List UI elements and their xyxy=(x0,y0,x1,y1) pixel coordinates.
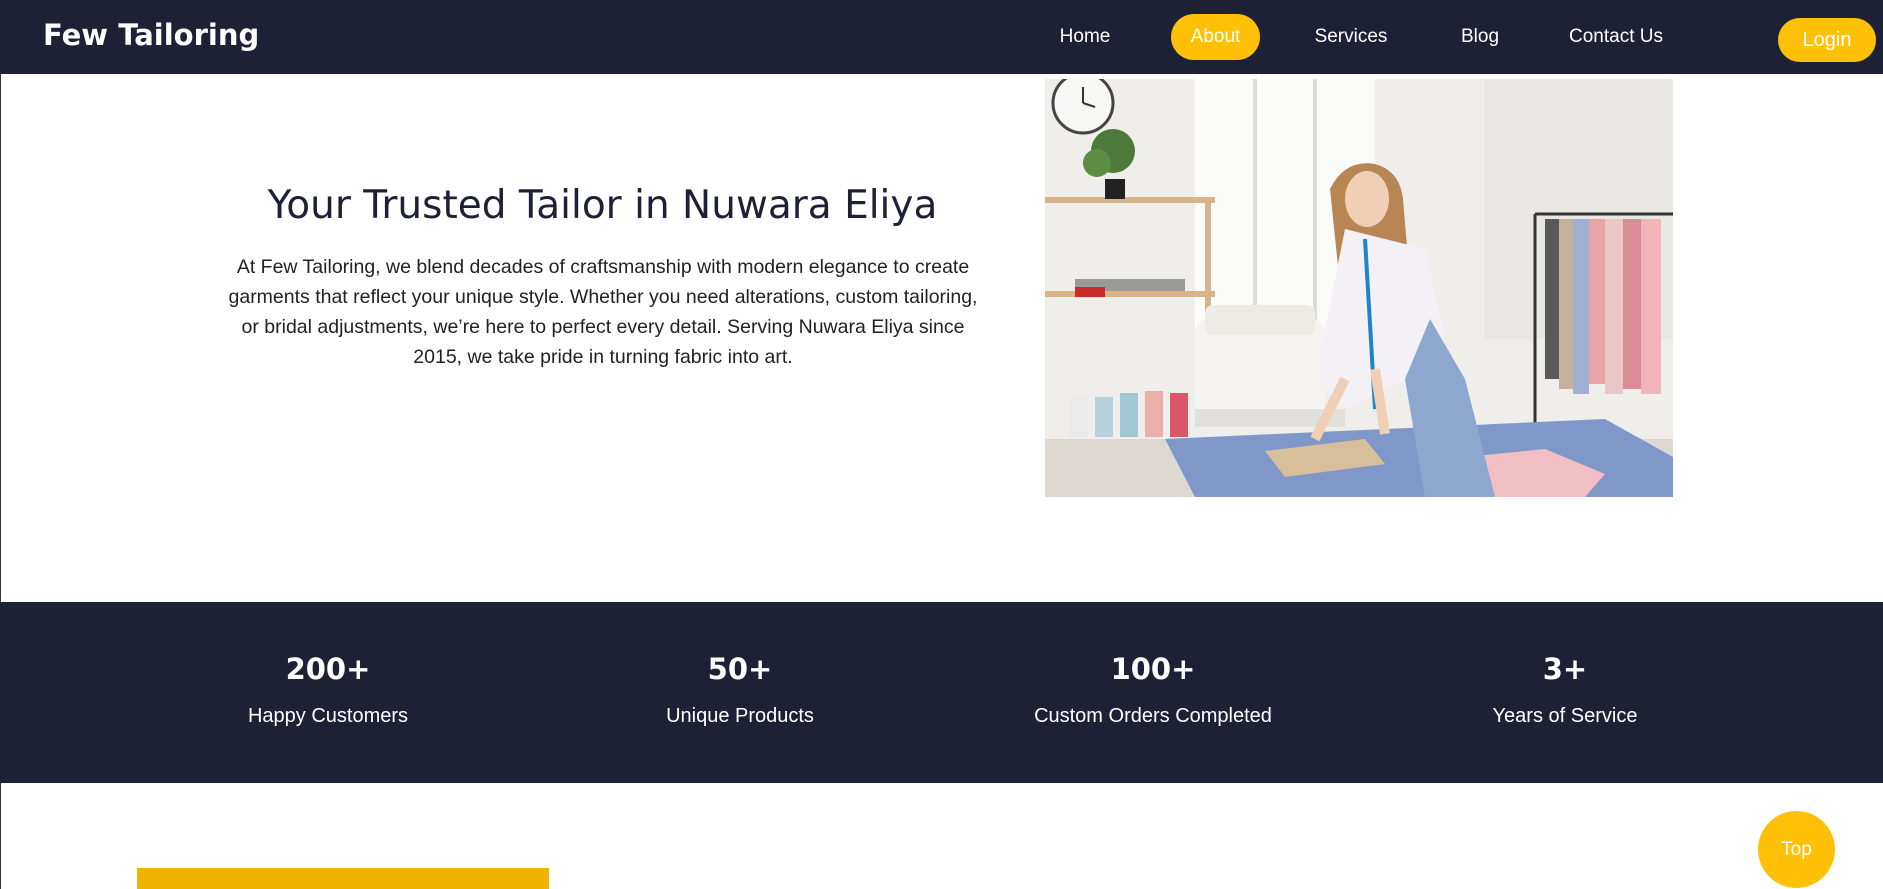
stat-label: Years of Service xyxy=(1492,705,1638,727)
nav-contact-us[interactable]: Contact Us xyxy=(1560,14,1672,60)
stat-label: Custom Orders Completed xyxy=(1034,705,1272,727)
stat-number: 200+ xyxy=(285,652,371,686)
hero-description: At Few Tailoring, we blend decades of cr… xyxy=(228,256,978,368)
hero-title: Your Trusted Tailor in Nuwara Eliya xyxy=(267,183,938,228)
nav-about[interactable]: About xyxy=(1171,14,1260,60)
hero-image-tailor-at-work xyxy=(1045,79,1673,497)
stat-number: 100+ xyxy=(1110,652,1196,686)
section-heading-block xyxy=(137,868,549,889)
nav-blog[interactable]: Blog xyxy=(1440,14,1520,60)
login-button[interactable]: Login xyxy=(1778,18,1876,62)
page-border xyxy=(0,783,1,889)
stat-label: Unique Products xyxy=(666,705,814,727)
scroll-to-top-button[interactable]: Top xyxy=(1758,811,1835,888)
brand-logo[interactable]: Few Tailoring xyxy=(43,18,259,52)
stat-label: Happy Customers xyxy=(247,705,409,727)
nav-services[interactable]: Services xyxy=(1301,14,1401,60)
stat-number: 50+ xyxy=(707,652,773,686)
nav-home[interactable]: Home xyxy=(1040,14,1130,60)
page-border xyxy=(0,74,1,602)
stats-section: 200+ Happy Customers 50+ Unique Products… xyxy=(0,602,1883,783)
navbar: Few Tailoring Home About Services Blog C… xyxy=(0,0,1883,74)
stat-number: 3+ xyxy=(1542,652,1588,686)
tailor-illustration xyxy=(1045,79,1673,497)
